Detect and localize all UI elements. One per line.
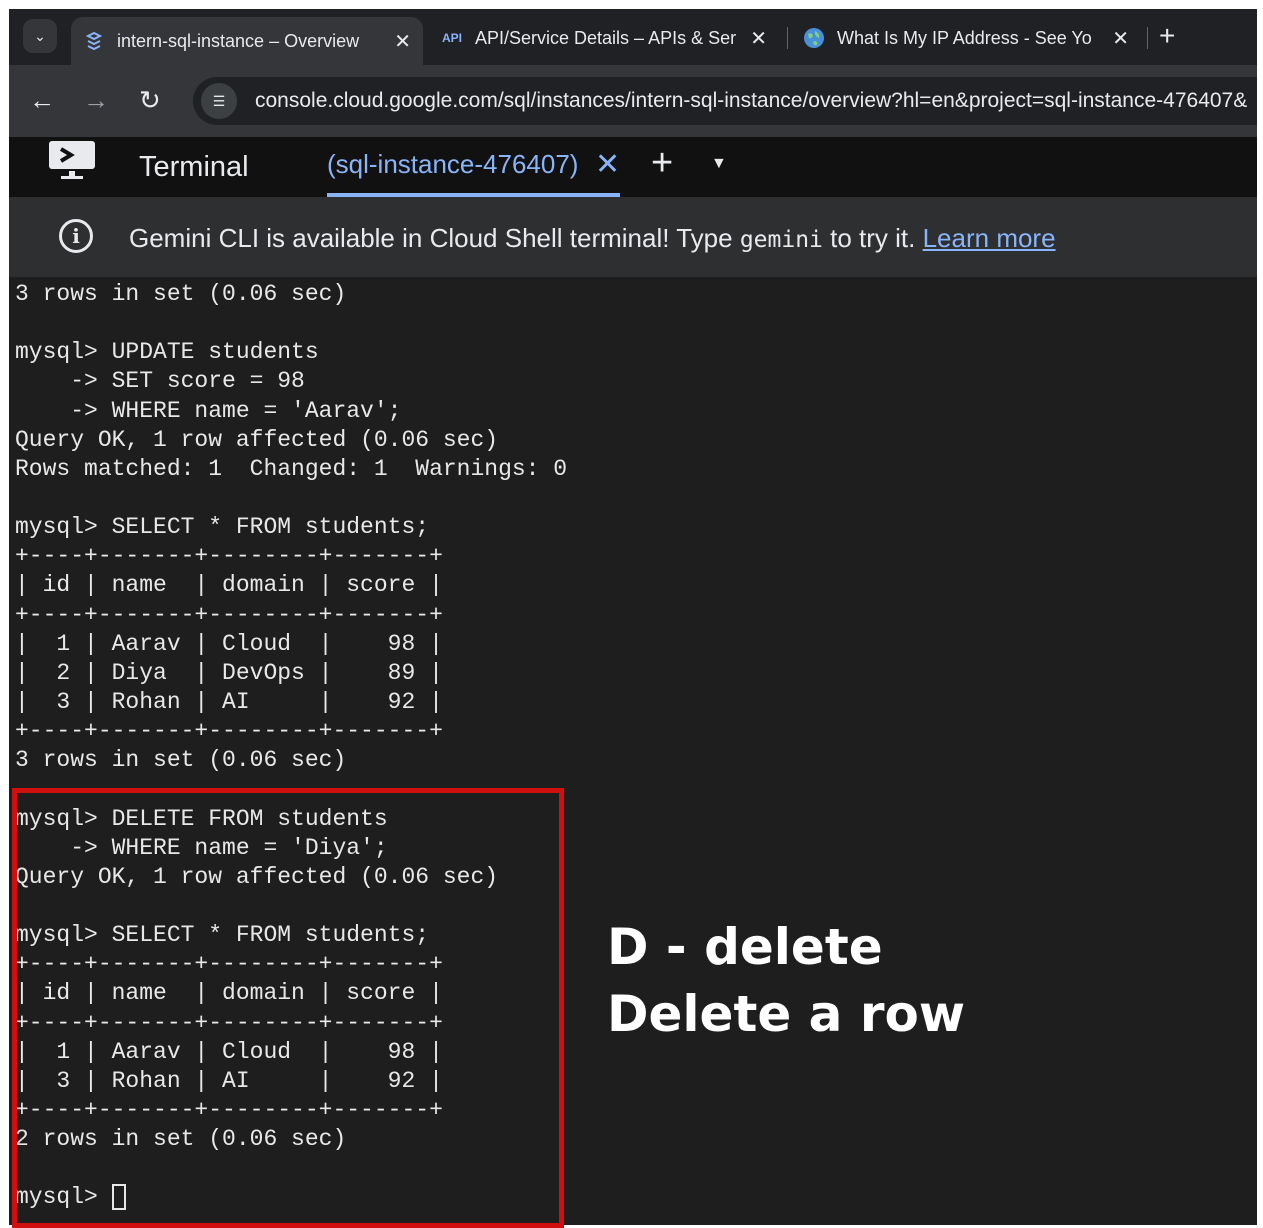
- tab-title: intern-sql-instance – Overview: [117, 30, 360, 51]
- tab-search-button[interactable]: ⌄: [23, 19, 57, 53]
- terminal-line: Query OK, 1 row affected (0.06 sec): [15, 426, 499, 453]
- globe-icon: [803, 27, 825, 49]
- api-icon: API: [441, 31, 462, 45]
- terminal-line: 3 rows in set (0.06 sec): [15, 747, 347, 774]
- terminal-line: -> WHERE name = 'Diya';: [15, 834, 388, 861]
- terminal-line: | 1 | Aarav | Cloud | 98 |: [15, 630, 443, 657]
- new-tab-button[interactable]: +: [1159, 21, 1175, 51]
- tab-separator: [1147, 27, 1148, 49]
- terminal-line: 3 rows in set (0.06 sec): [15, 281, 347, 307]
- back-arrow-icon[interactable]: ←: [29, 85, 55, 115]
- annotation-subtitle: Delete a row: [607, 985, 966, 1043]
- tab-title: What Is My IP Address - See Yo: [837, 27, 1092, 48]
- terminal-line: -> WHERE name = 'Aarav';: [15, 397, 402, 424]
- terminal-cursor: [111, 1184, 126, 1211]
- cloud-sql-icon: [83, 30, 105, 52]
- terminal-icon: [45, 141, 99, 181]
- terminal-line: | 3 | Rohan | AI | 92 |: [15, 688, 443, 715]
- terminal-line: +----+-------+--------+-------+: [15, 1096, 443, 1123]
- terminal-output[interactable]: 3 rows in set (0.06 sec) mysql> UPDATE st…: [15, 280, 1215, 1213]
- terminal-line: mysql> UPDATE students: [15, 339, 319, 366]
- terminal-prompt: mysql>: [15, 1184, 112, 1211]
- tab-sql-overview[interactable]: intern-sql-instance – Overview ✕: [71, 17, 423, 65]
- terminal-prompt-line[interactable]: mysql>: [15, 1183, 1215, 1212]
- terminal-line: mysql> SELECT * FROM students;: [15, 514, 430, 541]
- banner-code: gemini: [739, 227, 823, 253]
- chevron-down-icon: ⌄: [34, 27, 46, 44]
- banner-text-end: to try it.: [822, 223, 923, 253]
- url-text[interactable]: console.cloud.google.com/sql/instances/i…: [255, 89, 1247, 113]
- tab-strip: ⌄ intern-sql-instance – Overview ✕ API A…: [9, 9, 1257, 65]
- address-bar[interactable]: ☰ console.cloud.google.com/sql/instances…: [193, 77, 1257, 125]
- learn-more-link[interactable]: Learn more: [923, 223, 1056, 253]
- close-icon[interactable]: ✕: [595, 147, 620, 182]
- forward-arrow-icon[interactable]: →: [83, 85, 109, 115]
- terminal-line: | id | name | domain | score |: [15, 572, 443, 599]
- terminal-line: Query OK, 1 row affected (0.06 sec): [15, 863, 499, 890]
- terminal-line: Rows matched: 1 Changed: 1 Warnings: 0: [15, 455, 568, 482]
- cloud-shell-header: Terminal (sql-instance-476407) ✕ + ▼: [9, 137, 1257, 197]
- close-icon[interactable]: ✕: [1112, 26, 1129, 51]
- add-session-button[interactable]: +: [651, 143, 673, 183]
- close-icon[interactable]: ✕: [394, 29, 411, 54]
- banner-text: Gemini CLI is available in Cloud Shell t…: [129, 223, 1056, 254]
- tab-what-is-my-ip[interactable]: What Is My IP Address - See Yo ✕: [791, 15, 1141, 61]
- reload-icon[interactable]: ↻: [139, 85, 161, 115]
- caret-down-icon[interactable]: ▼: [711, 155, 727, 173]
- terminal-line: +----+-------+--------+-------+: [15, 543, 443, 570]
- tab-title: API/Service Details – APIs & Ser: [475, 27, 737, 48]
- close-icon[interactable]: ✕: [750, 26, 767, 51]
- shell-title: Terminal: [139, 151, 249, 183]
- terminal-line: | 3 | Rohan | AI | 92 |: [15, 1067, 443, 1094]
- tab-api-details[interactable]: API API/Service Details – APIs & Ser ✕: [429, 15, 779, 61]
- terminal-line: | 2 | Diya | DevOps | 89 |: [15, 659, 443, 686]
- site-settings-icon[interactable]: ☰: [201, 83, 237, 119]
- gemini-info-banner: i Gemini CLI is available in Cloud Shell…: [9, 197, 1257, 277]
- annotation-title: D - delete: [607, 918, 883, 976]
- shell-session-tab[interactable]: (sql-instance-476407): [327, 149, 578, 180]
- tab-separator: [787, 27, 788, 49]
- terminal-line: 2 rows in set (0.06 sec): [15, 1126, 347, 1153]
- banner-text-start: Gemini CLI is available in Cloud Shell t…: [129, 223, 740, 253]
- info-icon: i: [59, 219, 93, 253]
- browser-toolbar: ← → ↻ ☰ console.cloud.google.com/sql/ins…: [9, 65, 1257, 137]
- terminal-line: +----+-------+--------+-------+: [15, 718, 443, 745]
- terminal-line: -> SET score = 98: [15, 368, 305, 395]
- terminal-line: +----+-------+--------+-------+: [15, 601, 443, 628]
- terminal-line: mysql> DELETE FROM students: [15, 805, 388, 832]
